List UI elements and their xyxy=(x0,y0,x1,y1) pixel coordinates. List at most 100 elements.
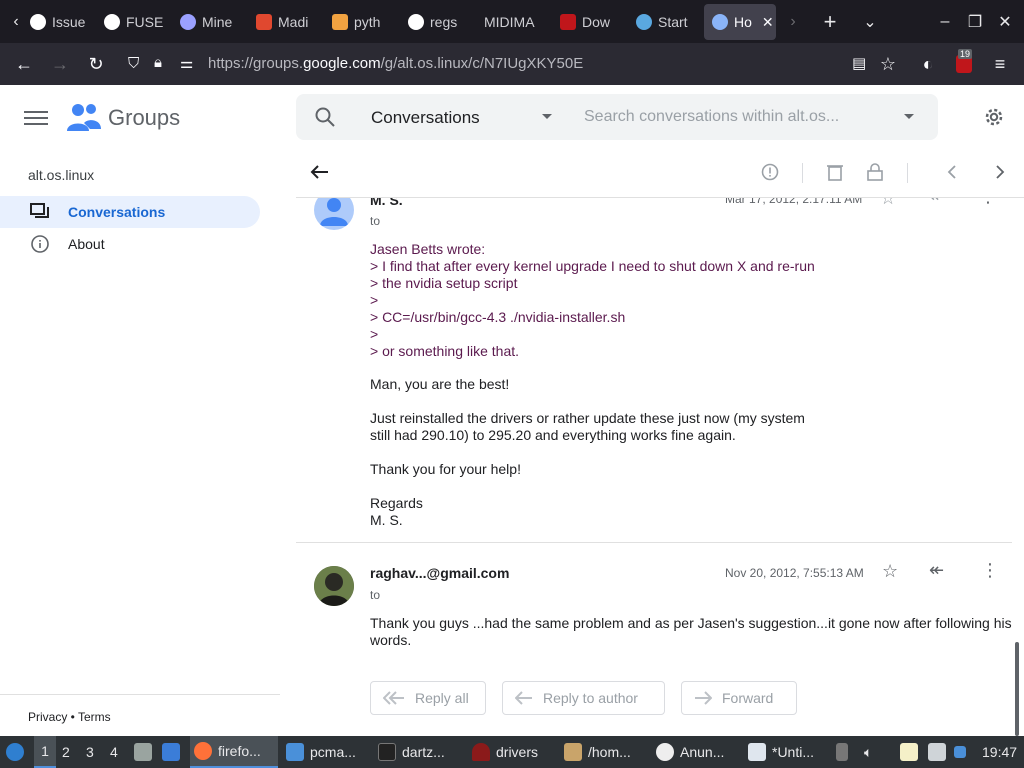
next-conversation-icon[interactable] xyxy=(988,160,1012,184)
star-icon[interactable]: ☆ xyxy=(882,561,904,583)
github-icon xyxy=(30,14,46,30)
search-icon[interactable] xyxy=(314,106,336,128)
taskbar: 1 2 3 4 firefo... pcma... dartz... drive… xyxy=(0,736,1024,768)
gear-icon[interactable] xyxy=(982,105,1006,129)
lock-icon[interactable] xyxy=(863,160,887,184)
taskbar-app-editor[interactable]: *Unti... xyxy=(748,736,814,768)
delete-icon[interactable] xyxy=(823,160,847,184)
search-scope-select[interactable]: Conversations xyxy=(371,108,480,128)
main-menu-icon[interactable] xyxy=(24,107,48,127)
taskbar-app-pcmanfm[interactable]: pcma... xyxy=(286,736,356,768)
update-tray-icon[interactable] xyxy=(954,736,966,768)
taskbar-app-anun[interactable]: Anun... xyxy=(656,736,724,768)
more-options-icon[interactable]: ⋮ xyxy=(979,198,1001,208)
clipboard-tray-icon[interactable] xyxy=(836,736,848,768)
tab-label: MIDIMA xyxy=(484,14,535,30)
taskbar-app-home[interactable]: /hom... xyxy=(564,736,631,768)
message-body: Thank you guys ...had the same problem a… xyxy=(370,615,1012,648)
message-date: Mar 17, 2012, 2:17:11 AM xyxy=(725,198,863,206)
reply-all-icon[interactable]: ↞ xyxy=(929,560,951,582)
report-icon[interactable] xyxy=(758,160,782,184)
sidebar-item-conversations[interactable]: Conversations xyxy=(0,196,260,228)
taskbar-app-label: drivers xyxy=(496,744,539,760)
file-manager-launcher-icon[interactable] xyxy=(134,736,152,768)
github-icon xyxy=(104,14,120,30)
message: raghav...@gmail.com to Nov 20, 2012, 7:5… xyxy=(296,543,1016,693)
tab-scroll-left-icon[interactable]: ‹ xyxy=(6,0,26,43)
taskbar-app-firefox[interactable]: firefo... xyxy=(190,736,278,768)
sidebar-item-label: About xyxy=(68,236,105,252)
workspace-2[interactable]: 2 xyxy=(62,736,70,768)
sidebar-item-about[interactable]: About xyxy=(0,228,260,260)
browser-tab-active[interactable]: Ho ✕ xyxy=(704,4,776,40)
browser-tab[interactable]: FUSE xyxy=(104,4,164,40)
archive-icon xyxy=(564,743,582,761)
browser-tab[interactable]: MIDIMA xyxy=(484,4,542,40)
workspace-4[interactable]: 4 xyxy=(110,736,118,768)
taskbar-app-drivers[interactable]: drivers xyxy=(472,736,538,768)
close-tab-icon[interactable]: ✕ xyxy=(762,14,774,31)
tab-label: Mine xyxy=(202,14,233,30)
taskbar-app-label: /hom... xyxy=(588,744,631,760)
browser-tab[interactable]: Mine xyxy=(180,4,240,40)
taskbar-app-terminal[interactable]: dartz... xyxy=(378,736,445,768)
star-icon[interactable]: ☆ xyxy=(880,198,902,210)
tab-scroll-right-icon[interactable]: › xyxy=(782,0,804,43)
volume-icon[interactable]: 🔈︎ xyxy=(864,736,872,768)
workspace-1[interactable]: 1 xyxy=(34,736,56,768)
previous-conversation-icon[interactable] xyxy=(940,160,964,184)
reload-icon[interactable]: ↻ xyxy=(84,43,108,85)
back-icon[interactable]: ← xyxy=(12,43,36,85)
message-sender[interactable]: M. S. xyxy=(370,198,403,208)
reply-all-icon[interactable]: ↞ xyxy=(929,198,951,208)
message-recipients[interactable]: to xyxy=(370,588,380,602)
browser-tab[interactable]: Dow xyxy=(560,4,616,40)
search-input[interactable]: Search conversations within alt.os... xyxy=(584,108,839,126)
more-options-icon[interactable]: ⋮ xyxy=(981,560,1003,582)
clock[interactable]: 19:47 xyxy=(982,736,1017,768)
chevron-down-icon[interactable] xyxy=(542,114,552,119)
forward-icon[interactable]: → xyxy=(48,43,72,85)
extension-icon[interactable]: ◐ xyxy=(916,43,940,85)
list-tabs-icon[interactable]: ⌄ xyxy=(858,0,882,43)
search-options-icon[interactable] xyxy=(904,114,914,119)
maximize-icon[interactable]: ❐ xyxy=(964,0,986,43)
message-sender[interactable]: raghav...@gmail.com xyxy=(370,565,509,581)
reply-to-author-button[interactable]: Reply to author xyxy=(502,681,665,715)
notes-tray-icon[interactable] xyxy=(900,736,918,768)
shield-icon: ⛉ xyxy=(128,55,140,72)
group-name[interactable]: alt.os.linux xyxy=(28,167,94,183)
start-menu-icon[interactable] xyxy=(6,736,24,768)
new-tab-icon[interactable]: + xyxy=(818,0,842,43)
scrollbar[interactable] xyxy=(1015,642,1019,736)
minimize-icon[interactable]: – xyxy=(934,0,956,43)
desktop-icon[interactable] xyxy=(162,736,180,768)
taskbar-app-label: firefo... xyxy=(218,743,261,759)
browser-tab[interactable]: Start xyxy=(636,4,692,40)
reader-mode-icon[interactable]: ▤ xyxy=(852,54,866,72)
avatar[interactable] xyxy=(314,566,354,606)
forward-button[interactable]: Forward xyxy=(681,681,797,715)
browser-tab[interactable]: Madi xyxy=(256,4,316,40)
url-text: https://groups.google.com/g/alt.os.linux… xyxy=(208,55,584,72)
url-bar[interactable]: ⛉ 🔒︎ ⚌ https://groups.google.com/g/alt.o… xyxy=(120,48,866,80)
browser-tab[interactable]: regs xyxy=(408,4,464,40)
forward-icon xyxy=(695,691,712,705)
groups-logo-text: Groups xyxy=(108,105,181,130)
reply-all-button[interactable]: Reply all xyxy=(370,681,486,715)
footer-links[interactable]: Privacy • Terms xyxy=(28,710,111,724)
divider xyxy=(0,694,280,695)
avatar[interactable] xyxy=(314,198,354,230)
ublock-icon[interactable]: 19 xyxy=(952,43,976,85)
network-icon[interactable] xyxy=(928,736,946,768)
workspace-3[interactable]: 3 xyxy=(86,736,94,768)
browser-tab[interactable]: Issue xyxy=(30,4,90,40)
close-window-icon[interactable]: ✕ xyxy=(994,0,1016,43)
browser-tab[interactable]: pyth xyxy=(332,4,390,40)
wine-icon xyxy=(472,743,490,761)
menu-icon[interactable]: ≡ xyxy=(988,43,1012,85)
back-to-list-icon[interactable] xyxy=(308,160,332,184)
message-recipients[interactable]: to xyxy=(370,214,380,228)
terminal-icon xyxy=(378,743,396,761)
bookmark-star-icon[interactable]: ☆ xyxy=(876,43,900,85)
